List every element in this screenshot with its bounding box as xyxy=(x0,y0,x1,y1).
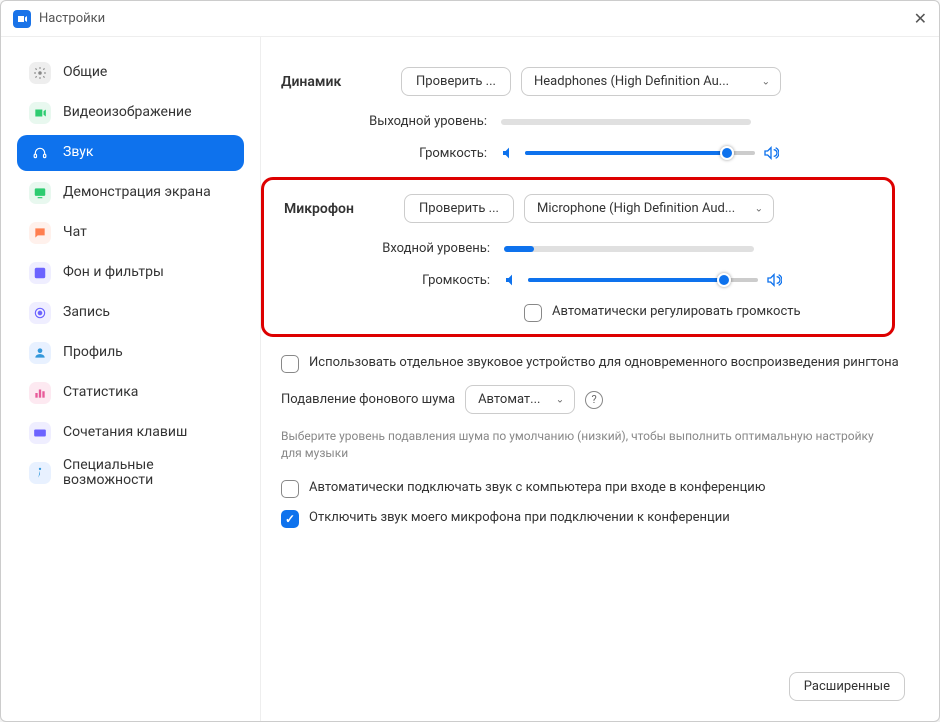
input-level-label: Входной уровень: xyxy=(264,241,504,256)
separate-ringtone-row: Использовать отдельное звуковое устройст… xyxy=(261,355,905,373)
speaker-volume-label: Громкость: xyxy=(261,146,501,161)
settings-window: Настройки ✕ Общие Видеоизображение Звук … xyxy=(0,0,940,722)
record-icon xyxy=(29,302,51,324)
noise-suppression-value: Автомат... xyxy=(478,392,540,407)
sidebar-item-label: Чат xyxy=(63,225,87,240)
sidebar-item-profile[interactable]: Профиль xyxy=(17,335,244,371)
sidebar-item-label: Демонстрация экрана xyxy=(63,185,211,200)
auto-join-audio-checkbox[interactable] xyxy=(281,480,299,498)
chevron-down-icon: ⌄ xyxy=(556,394,564,405)
headphones-icon xyxy=(29,142,51,164)
chevron-down-icon: ⌄ xyxy=(755,203,763,214)
window-title: Настройки xyxy=(39,11,105,26)
sidebar-item-label: Запись xyxy=(63,305,110,320)
microphone-device-select[interactable]: Microphone (High Definition Aud... ⌄ xyxy=(524,194,774,223)
sidebar-item-general[interactable]: Общие xyxy=(17,55,244,91)
microphone-volume-slider[interactable] xyxy=(528,278,758,282)
stats-icon xyxy=(29,382,51,404)
screen-icon xyxy=(29,182,51,204)
microphone-device-label: Microphone (High Definition Aud... xyxy=(537,201,735,216)
close-icon[interactable]: ✕ xyxy=(914,9,927,28)
profile-icon xyxy=(29,342,51,364)
speaker-device-select[interactable]: Headphones (High Definition Au... ⌄ xyxy=(521,67,781,96)
auto-adjust-label: Автоматически регулировать громкость xyxy=(552,304,878,321)
auto-join-audio-row: Автоматически подключать звук с компьюте… xyxy=(261,480,905,498)
chat-icon xyxy=(29,222,51,244)
sidebar-item-label: Фон и фильтры xyxy=(63,265,164,280)
app-icon xyxy=(13,10,31,28)
microphone-section: Микрофон Проверить ... Microphone (High … xyxy=(264,194,878,223)
sidebar-item-label: Сочетания клавиш xyxy=(63,425,187,440)
sidebar-item-label: Видеоизображение xyxy=(63,105,192,120)
speaker-title: Динамик xyxy=(261,74,401,90)
sidebar-item-recording[interactable]: Запись xyxy=(17,295,244,331)
volume-high-icon xyxy=(766,272,782,288)
sidebar-item-label: Статистика xyxy=(63,385,138,400)
accessibility-icon xyxy=(29,462,51,484)
sidebar-item-video[interactable]: Видеоизображение xyxy=(17,95,244,131)
microphone-title: Микрофон xyxy=(264,201,404,217)
mic-input-level-row: Входной уровень: xyxy=(264,241,878,256)
sidebar-item-label: Общие xyxy=(63,65,107,80)
sidebar-item-accessibility[interactable]: Специальные возможности xyxy=(17,455,244,491)
sidebar-item-audio[interactable]: Звук xyxy=(17,135,244,171)
mute-on-join-label: Отключить звук моего микрофона при подкл… xyxy=(309,510,905,527)
help-icon[interactable]: ? xyxy=(585,391,603,409)
sidebar-item-label: Специальные возможности xyxy=(63,458,232,489)
video-icon xyxy=(29,102,51,124)
volume-low-icon xyxy=(501,145,517,161)
auto-join-audio-label: Автоматически подключать звук с компьюте… xyxy=(309,480,905,497)
content-area: Динамик Проверить ... Headphones (High D… xyxy=(261,37,939,721)
volume-low-icon xyxy=(504,272,520,288)
sidebar-item-screenshare[interactable]: Демонстрация экрана xyxy=(17,175,244,211)
speaker-output-level-row: Выходной уровень: xyxy=(261,114,905,129)
advanced-button[interactable]: Расширенные xyxy=(789,672,905,701)
image-icon xyxy=(29,262,51,284)
speaker-device-label: Headphones (High Definition Au... xyxy=(534,74,729,89)
chevron-down-icon: ⌄ xyxy=(762,76,770,87)
noise-suppression-row: Подавление фонового шума Автомат... ⌄ ? xyxy=(261,385,905,414)
output-level-label: Выходной уровень: xyxy=(261,114,501,129)
test-microphone-button[interactable]: Проверить ... xyxy=(404,194,514,223)
sidebar-item-label: Профиль xyxy=(63,345,123,360)
sidebar-item-label: Звук xyxy=(63,145,93,160)
auto-adjust-checkbox[interactable] xyxy=(524,304,542,322)
titlebar: Настройки ✕ xyxy=(1,1,939,37)
keyboard-icon xyxy=(29,422,51,444)
volume-high-icon xyxy=(763,145,779,161)
input-level-bar xyxy=(504,246,754,252)
sidebar-item-background[interactable]: Фон и фильтры xyxy=(17,255,244,291)
sidebar-item-shortcuts[interactable]: Сочетания клавиш xyxy=(17,415,244,451)
speaker-volume-slider[interactable] xyxy=(525,151,755,155)
microphone-highlight-box: Микрофон Проверить ... Microphone (High … xyxy=(261,177,895,337)
output-level-bar xyxy=(501,119,751,125)
speaker-section: Динамик Проверить ... Headphones (High D… xyxy=(261,67,905,96)
test-speaker-button[interactable]: Проверить ... xyxy=(401,67,511,96)
mic-volume-label: Громкость: xyxy=(264,273,504,288)
sidebar: Общие Видеоизображение Звук Демонстрация… xyxy=(1,37,261,721)
sidebar-item-statistics[interactable]: Статистика xyxy=(17,375,244,411)
mute-on-join-row: Отключить звук моего микрофона при подкл… xyxy=(261,510,905,528)
auto-adjust-row: Автоматически регулировать громкость xyxy=(264,304,878,322)
speaker-volume-row: Громкость: xyxy=(261,145,905,161)
sidebar-item-chat[interactable]: Чат xyxy=(17,215,244,251)
gear-icon xyxy=(29,62,51,84)
noise-suppression-hint: Выберите уровень подавления шума по умол… xyxy=(261,428,905,480)
separate-ringtone-checkbox[interactable] xyxy=(281,355,299,373)
mute-on-join-checkbox[interactable] xyxy=(281,510,299,528)
mic-volume-row: Громкость: xyxy=(264,272,878,288)
noise-suppression-select[interactable]: Автомат... ⌄ xyxy=(465,385,575,414)
separate-ringtone-label: Использовать отдельное звуковое устройст… xyxy=(309,355,905,372)
noise-suppression-label: Подавление фонового шума xyxy=(281,392,455,407)
